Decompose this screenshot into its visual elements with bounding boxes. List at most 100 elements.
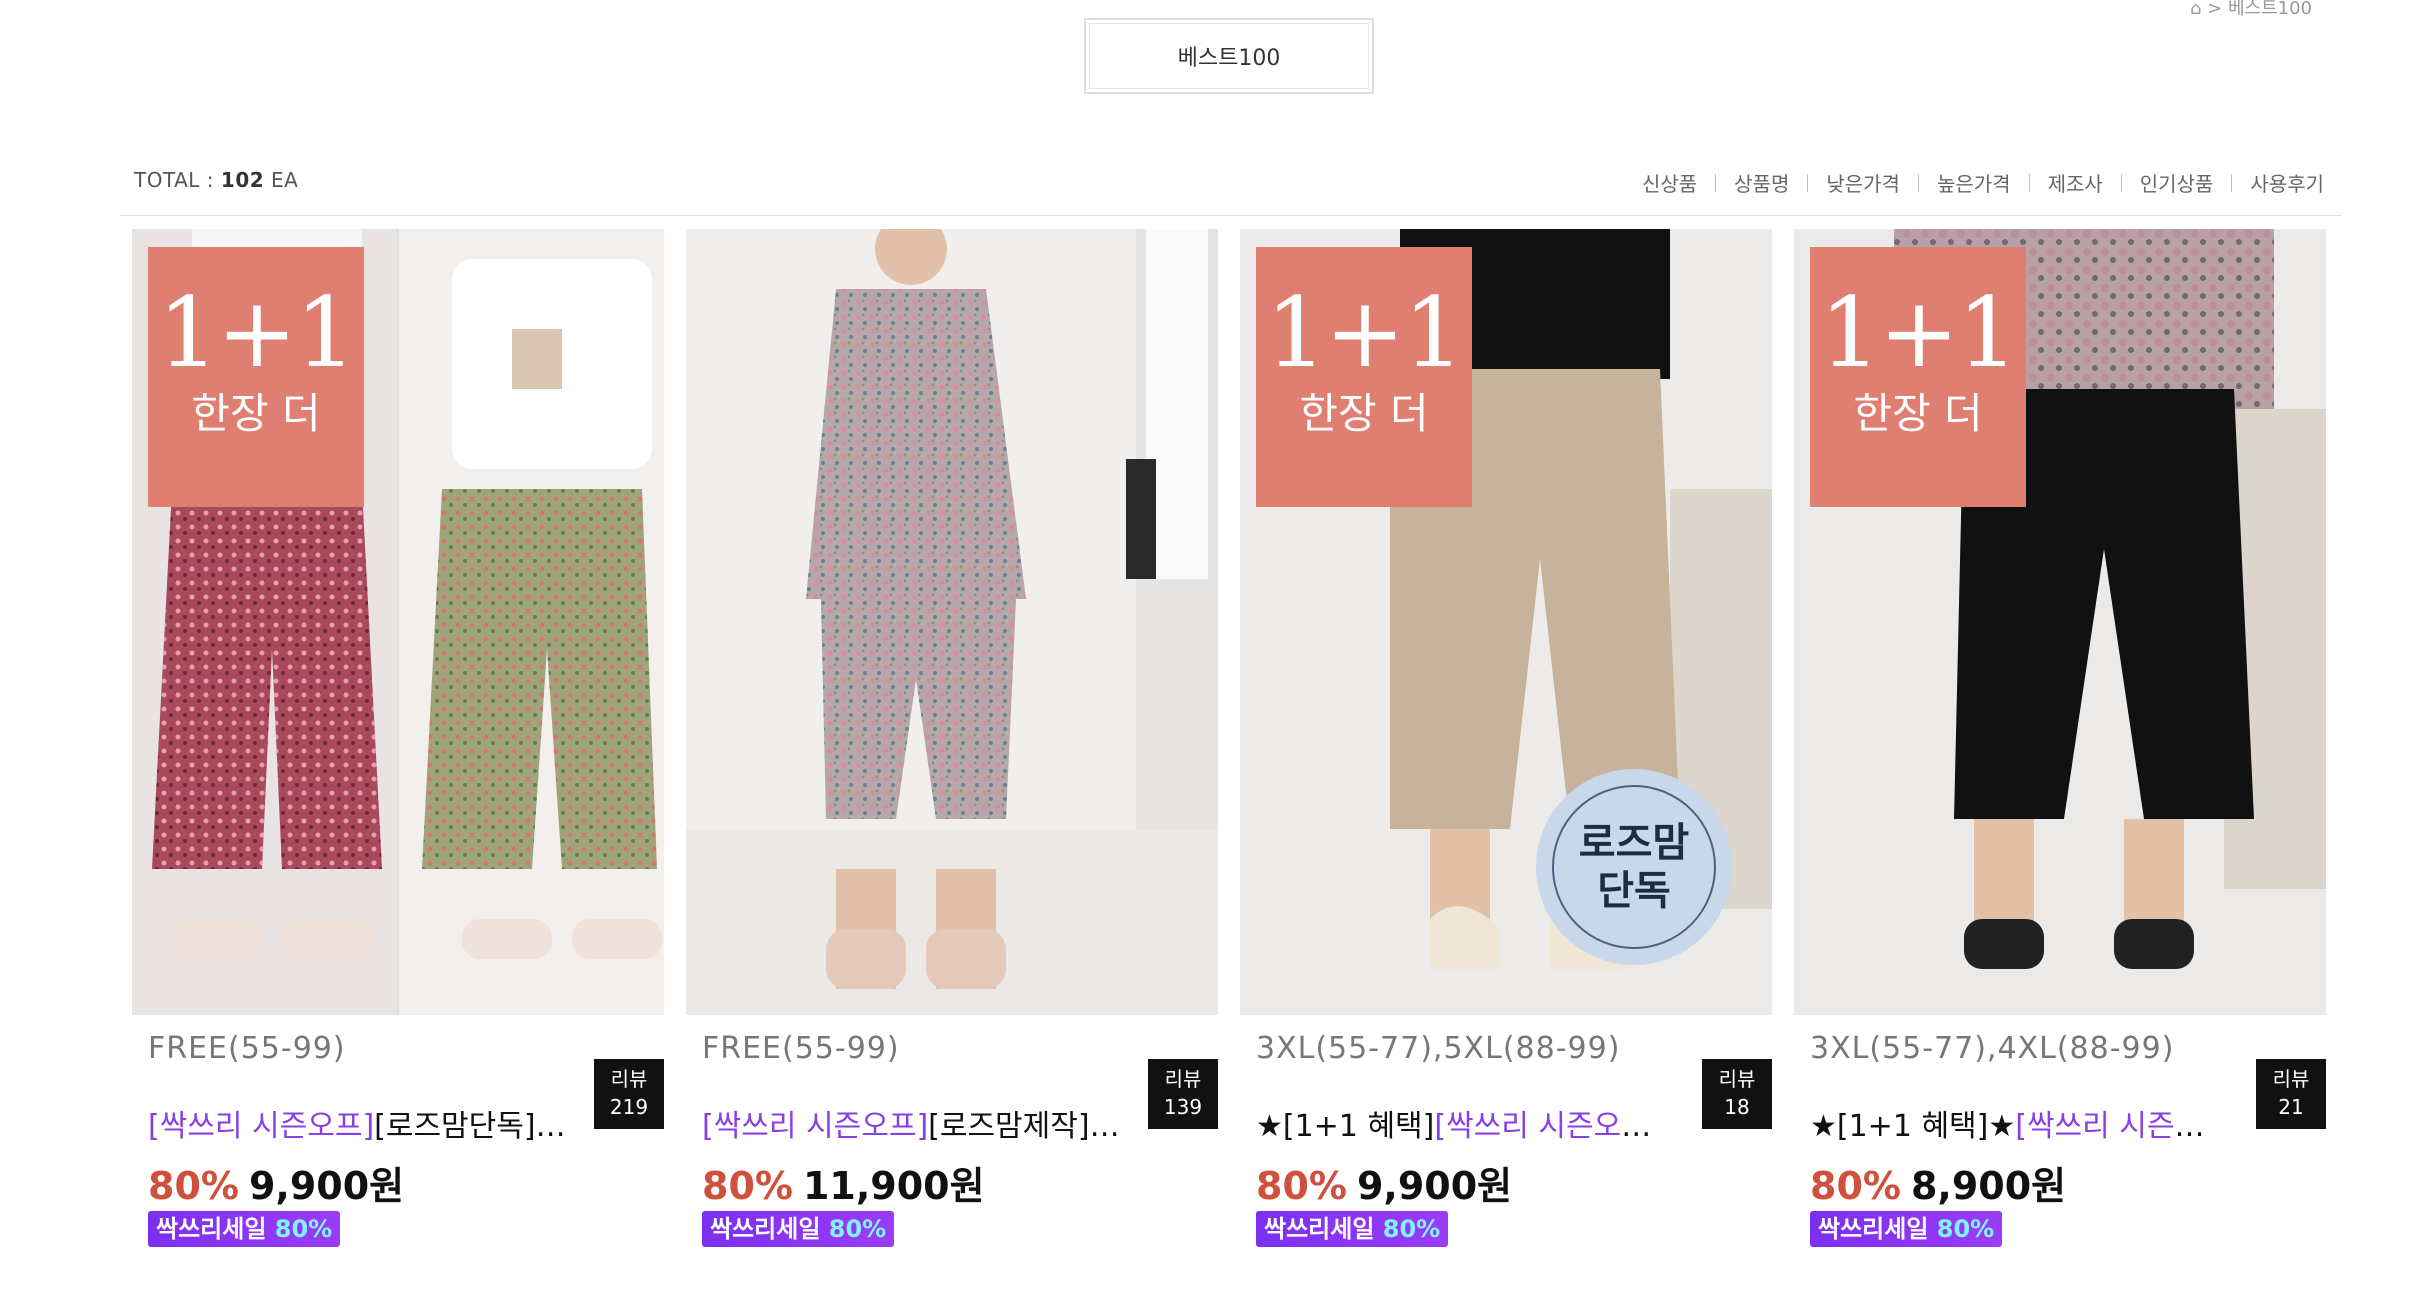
product-card[interactable]: FREE(55-99) [싹쓰리 시즌오프][로즈맘제작]수림… 리뷰 139 … <box>686 229 1218 1247</box>
breadcrumb[interactable]: ⌂ > 베스트100 <box>2190 0 2312 20</box>
total-label: TOTAL : <box>134 168 221 192</box>
sort-reviews[interactable]: 사용후기 <box>2250 168 2324 197</box>
promo-badge: 1+1 한장 더 <box>1810 247 2026 507</box>
sale-price: 8,900원 <box>1910 1164 2067 1208</box>
review-number: 219 <box>609 1095 649 1119</box>
sort-divider <box>2231 173 2233 192</box>
sort-divider <box>1715 173 1717 192</box>
promo-badge: 1+1 한장 더 <box>1256 247 1472 507</box>
discount-rate: 80% <box>702 1164 793 1208</box>
product-price: 80% 11,900원 <box>702 1155 985 1210</box>
exclusive-seal: 로즈맘 단독 <box>1536 769 1732 965</box>
name-tag: [싹쓰리 시즌오프] <box>1434 1109 1661 1144</box>
review-label: 리뷰 <box>1718 1067 1756 1091</box>
sale-badge-text: 싹쓰리세일 <box>1264 1215 1383 1243</box>
product-size: FREE(55-99) <box>148 1031 346 1066</box>
review-count-badge[interactable]: 리뷰 21 <box>2256 1059 2326 1129</box>
sort-low-price[interactable]: 낮은가격 <box>1826 168 1900 197</box>
sale-badge: 싹쓰리세일 80% <box>148 1211 341 1247</box>
product-size: 3XL(55-77),4XL(88-99) <box>1810 1031 2175 1066</box>
sale-badge-text: 싹쓰리세일 <box>156 1215 275 1243</box>
sale-badge-pct: 80% <box>828 1215 887 1243</box>
name-tag: [싹쓰리 시즌오프] <box>2015 1109 2230 1144</box>
sort-divider <box>1917 173 1919 192</box>
name-prefix: ★[1+1 혜택] <box>1256 1109 1435 1144</box>
product-photo <box>686 229 1218 1015</box>
review-label: 리뷰 <box>2272 1067 2310 1091</box>
sale-badge: 싹쓰리세일 80% <box>1810 1211 2003 1247</box>
product-meta: 3XL(55-77),4XL(88-99) ★[1+1 혜택]★[싹쓰리 시즌오… <box>1794 1015 2326 1247</box>
sale-badge-text: 싹쓰리세일 <box>710 1215 829 1243</box>
tab-best100[interactable]: 베스트100 <box>1084 18 1374 94</box>
name-rest: [로… <box>1660 1109 1676 1144</box>
review-count-badge[interactable]: 리뷰 139 <box>1148 1059 1218 1129</box>
sort-name[interactable]: 상품명 <box>1734 168 1789 197</box>
sale-badge-pct: 80% <box>1936 1215 1995 1243</box>
discount-rate: 80% <box>1256 1164 1347 1208</box>
sort-maker[interactable]: 제조사 <box>2048 168 2103 197</box>
product-image[interactable]: 1+1 한장 더 <box>132 229 664 1015</box>
name-rest: [로즈맘제작]수림… <box>928 1109 1122 1144</box>
product-image[interactable]: 1+1 한장 더 로즈맘 단독 <box>1240 229 1772 1015</box>
product-card[interactable]: 1+1 한장 더 로즈맘 단독 3XL(55-77),5XL(88-99) ★[… <box>1240 229 1772 1247</box>
list-toolbar: TOTAL : 102 EA 신상품 상품명 낮은가격 높은가격 제조사 인기상… <box>120 160 2342 216</box>
name-tag: [싹쓰리 시즌오프] <box>702 1109 929 1144</box>
product-image[interactable]: 1+1 한장 더 <box>1794 229 2326 1015</box>
product-price: 80% 9,900원 <box>1256 1155 1512 1210</box>
promo-line1: 1+1 <box>157 277 357 389</box>
name-tag: [싹쓰리 시즌오프] <box>148 1109 375 1144</box>
sort-new[interactable]: 신상품 <box>1642 168 1697 197</box>
sort-options: 신상품 상품명 낮은가격 높은가격 제조사 인기상품 사용후기 <box>1642 168 2324 197</box>
product-size: 3XL(55-77),5XL(88-99) <box>1256 1031 1621 1066</box>
exclusive-seal-inner: 로즈맘 단독 <box>1552 785 1716 949</box>
review-number: 139 <box>1163 1095 1203 1119</box>
total-number: 102 <box>220 168 265 192</box>
sort-divider <box>1807 173 1809 192</box>
sale-price: 11,900원 <box>802 1164 985 1208</box>
promo-badge: 1+1 한장 더 <box>148 247 364 507</box>
sale-badge: 싹쓰리세일 80% <box>702 1211 895 1247</box>
product-card[interactable]: 1+1 한장 더 FREE(55-99) [싹쓰리 시즌오프][로즈맘단독][1… <box>132 229 664 1247</box>
product-price: 80% 9,900원 <box>148 1155 404 1210</box>
name-prefix: ★[1+1 혜택]★ <box>1810 1109 2016 1144</box>
seal-line2: 단독 <box>1597 868 1671 914</box>
sale-price: 9,900원 <box>1356 1164 1513 1208</box>
sort-divider <box>2028 173 2030 192</box>
product-price: 80% 8,900원 <box>1810 1155 2066 1210</box>
sale-badge-pct: 80% <box>274 1215 333 1243</box>
product-meta: 3XL(55-77),5XL(88-99) ★[1+1 혜택][싹쓰리 시즌오프… <box>1240 1015 1772 1247</box>
product-size: FREE(55-99) <box>702 1031 900 1066</box>
seal-line1: 로즈맘 <box>1578 820 1690 866</box>
review-label: 리뷰 <box>1164 1067 1202 1091</box>
product-name[interactable]: [싹쓰리 시즌오프][로즈맘단독][1+1… <box>148 1101 568 1145</box>
discount-rate: 80% <box>1810 1164 1901 1208</box>
product-name[interactable]: ★[1+1 혜택][싹쓰리 시즌오프][로… <box>1256 1101 1676 1145</box>
sale-badge: 싹쓰리세일 80% <box>1256 1211 1449 1247</box>
discount-rate: 80% <box>148 1164 239 1208</box>
promo-line2: 한장 더 <box>191 389 321 438</box>
product-meta: FREE(55-99) [싹쓰리 시즌오프][로즈맘단독][1+1… 리뷰 21… <box>132 1015 664 1247</box>
sale-badge-pct: 80% <box>1382 1215 1441 1243</box>
review-number: 18 <box>1724 1095 1750 1119</box>
review-count-badge[interactable]: 리뷰 18 <box>1702 1059 1772 1129</box>
sort-divider <box>2120 173 2122 192</box>
name-rest: [로즈맘단독][1+1… <box>374 1109 568 1144</box>
product-name[interactable]: [싹쓰리 시즌오프][로즈맘제작]수림… <box>702 1101 1122 1145</box>
total-unit: EA <box>264 168 299 192</box>
promo-line2: 한장 더 <box>1853 389 1983 438</box>
product-meta: FREE(55-99) [싹쓰리 시즌오프][로즈맘제작]수림… 리뷰 139 … <box>686 1015 1218 1247</box>
review-count-badge[interactable]: 리뷰 219 <box>594 1059 664 1129</box>
promo-line1: 1+1 <box>1819 277 2019 389</box>
promo-line1: 1+1 <box>1265 277 1465 389</box>
sale-price: 9,900원 <box>248 1164 405 1208</box>
total-count: TOTAL : 102 EA <box>134 168 298 192</box>
product-name[interactable]: ★[1+1 혜택]★[싹쓰리 시즌오프][… <box>1810 1101 2230 1145</box>
promo-line2: 한장 더 <box>1299 389 1429 438</box>
sort-popular[interactable]: 인기상품 <box>2140 168 2214 197</box>
review-label: 리뷰 <box>610 1067 648 1091</box>
product-image[interactable] <box>686 229 1218 1015</box>
sort-high-price[interactable]: 높은가격 <box>1937 168 2011 197</box>
sale-badge-text: 싹쓰리세일 <box>1818 1215 1937 1243</box>
review-number: 21 <box>2278 1095 2304 1119</box>
product-card[interactable]: 1+1 한장 더 3XL(55-77),4XL(88-99) ★[1+1 혜택]… <box>1794 229 2326 1247</box>
